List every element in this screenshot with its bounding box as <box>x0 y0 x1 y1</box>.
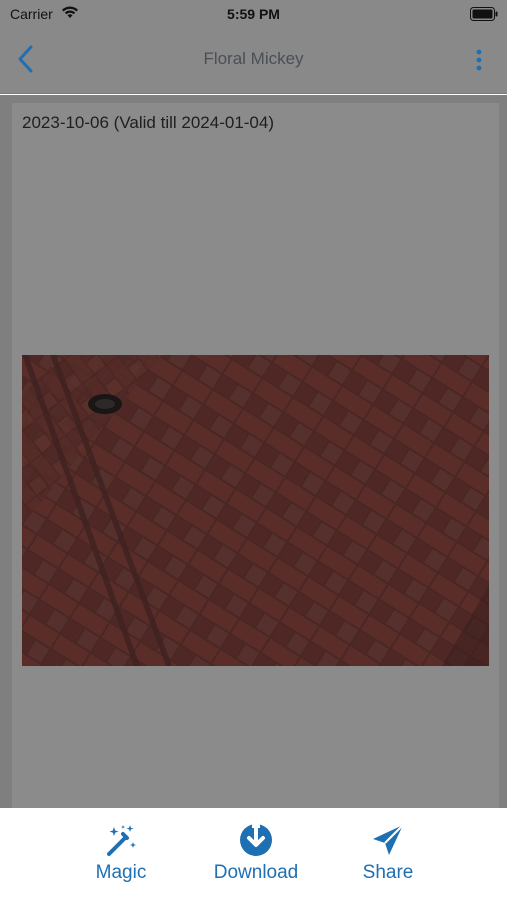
coupon-card: 2023-10-06 (Valid till 2024-01-04) <box>12 103 499 808</box>
share-label: Share <box>362 862 414 883</box>
bottom-toolbar: Magic Download Share <box>0 808 507 900</box>
status-bar: Carrier 5:59 PM <box>0 0 507 30</box>
magic-button[interactable]: Magic <box>66 822 176 884</box>
battery-icon <box>470 7 498 21</box>
share-button[interactable]: Share <box>333 822 443 884</box>
page-title: Floral Mickey <box>203 49 304 68</box>
download-label: Download <box>213 862 299 883</box>
clock: 5:59 PM <box>227 6 280 22</box>
brick-pattern-image <box>22 355 489 666</box>
paper-plane-icon <box>373 824 404 855</box>
download-icon <box>240 822 272 856</box>
content-area: 2023-10-06 (Valid till 2024-01-04) <box>0 95 507 808</box>
navigation-bar: Floral Mickey <box>0 30 507 94</box>
brick-pavement-photo <box>22 355 489 666</box>
magic-label: Magic <box>95 862 147 883</box>
download-button[interactable]: Download <box>201 822 311 884</box>
more-vertical-icon[interactable] <box>475 48 483 72</box>
magic-wand-icon <box>107 825 136 856</box>
validity-date: 2023-10-06 (Valid till 2024-01-04) <box>22 113 275 132</box>
